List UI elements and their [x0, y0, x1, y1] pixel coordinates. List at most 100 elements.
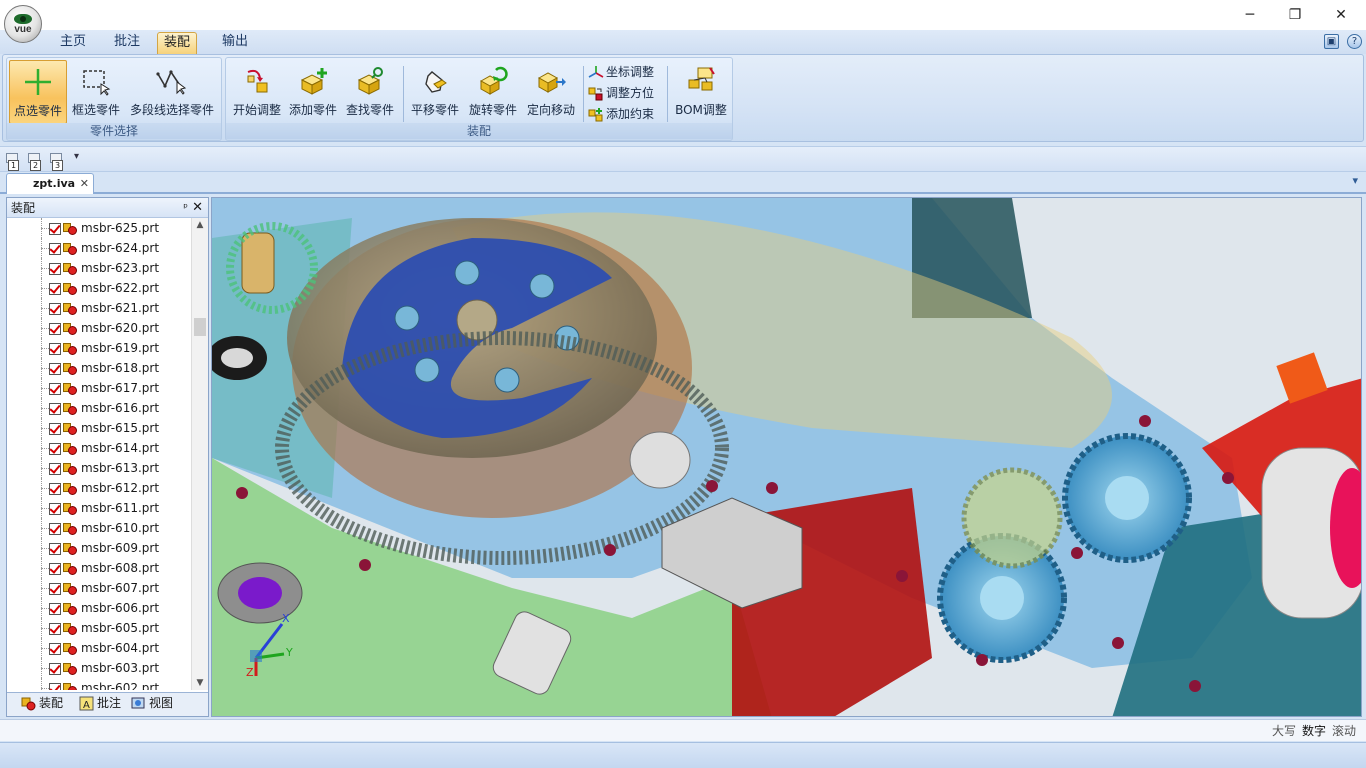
- tree-item[interactable]: msbr-619.prt: [7, 338, 191, 358]
- checkbox[interactable]: [49, 482, 61, 495]
- tab-annotate[interactable]: 批注: [108, 32, 146, 54]
- scroll-up-icon[interactable]: ▲: [195, 220, 205, 230]
- part-icon: [63, 422, 77, 436]
- help-icon[interactable]: ?: [1347, 34, 1362, 49]
- chevron-down-icon[interactable]: ▾: [1352, 174, 1358, 187]
- checkbox[interactable]: [49, 522, 61, 535]
- coord-adjust-button[interactable]: 坐标调整: [588, 62, 654, 82]
- checkbox[interactable]: [49, 222, 61, 235]
- status-bar: 大写 数字 滚动: [0, 719, 1366, 741]
- tree-item[interactable]: msbr-605.prt: [7, 618, 191, 638]
- tree-item[interactable]: msbr-623.prt: [7, 258, 191, 278]
- tree-item[interactable]: msbr-602.prt: [7, 678, 191, 690]
- checkbox[interactable]: [49, 362, 61, 375]
- qat-dropdown[interactable]: ▾: [74, 151, 79, 162]
- bom-adjust-button[interactable]: BOM调整: [671, 60, 731, 124]
- tree-item-label: msbr-625.prt: [81, 221, 160, 235]
- tab-annotation-tree[interactable]: A 批注: [77, 695, 121, 713]
- tab-view-tree[interactable]: 视图: [129, 695, 173, 713]
- qat-button-3[interactable]: 3: [48, 151, 66, 171]
- app-menu-button[interactable]: vue: [4, 5, 42, 43]
- tree-item[interactable]: msbr-615.prt: [7, 418, 191, 438]
- part-icon: [63, 602, 77, 616]
- tree-item[interactable]: msbr-611.prt: [7, 498, 191, 518]
- 3d-viewport[interactable]: X Y Z: [211, 197, 1362, 717]
- layout-icon[interactable]: ▣: [1324, 34, 1339, 49]
- tab-output[interactable]: 输出: [216, 32, 254, 54]
- add-part-button[interactable]: 添加零件: [286, 60, 340, 124]
- tree-item[interactable]: msbr-606.prt: [7, 598, 191, 618]
- checkbox[interactable]: [49, 442, 61, 455]
- checkbox[interactable]: [49, 682, 61, 690]
- tree-item[interactable]: msbr-617.prt: [7, 378, 191, 398]
- checkbox[interactable]: [49, 542, 61, 555]
- close-button[interactable]: ✕: [1318, 0, 1364, 30]
- checkbox[interactable]: [49, 322, 61, 335]
- find-part-button[interactable]: 查找零件: [342, 60, 398, 124]
- pin-icon[interactable]: ᵖ: [183, 198, 188, 218]
- tree-item[interactable]: msbr-614.prt: [7, 438, 191, 458]
- panel-header: 装配 ᵖ ✕: [7, 198, 208, 218]
- part-icon: [63, 462, 77, 476]
- qat-button-2[interactable]: 2: [26, 151, 44, 171]
- start-adjust-button[interactable]: 开始调整: [230, 60, 284, 124]
- checkbox[interactable]: [49, 662, 61, 675]
- checkbox[interactable]: [49, 282, 61, 295]
- part-icon: [63, 662, 77, 676]
- checkbox[interactable]: [49, 402, 61, 415]
- directional-move-button[interactable]: 定向移动: [523, 60, 579, 124]
- checkbox[interactable]: [49, 582, 61, 595]
- close-icon[interactable]: ✕: [80, 174, 89, 193]
- tree-item[interactable]: msbr-625.prt: [7, 218, 191, 238]
- tree-item[interactable]: msbr-604.prt: [7, 638, 191, 658]
- tab-assembly[interactable]: 装配: [157, 32, 198, 54]
- checkbox[interactable]: [49, 642, 61, 655]
- tree-item[interactable]: msbr-608.prt: [7, 558, 191, 578]
- tree-item[interactable]: msbr-624.prt: [7, 238, 191, 258]
- tree-item[interactable]: msbr-612.prt: [7, 478, 191, 498]
- checkbox[interactable]: [49, 462, 61, 475]
- close-icon[interactable]: ✕: [192, 198, 203, 218]
- rotate-part-button[interactable]: 旋转零件: [465, 60, 521, 124]
- orient-adjust-button[interactable]: 调整方位: [588, 83, 654, 103]
- restore-button[interactable]: ❐: [1272, 0, 1318, 30]
- checkbox[interactable]: [49, 342, 61, 355]
- scroll-thumb[interactable]: [194, 318, 206, 336]
- tree-item[interactable]: msbr-610.prt: [7, 518, 191, 538]
- scroll-down-icon[interactable]: ▼: [195, 678, 205, 688]
- checkbox[interactable]: [49, 602, 61, 615]
- separator: [403, 66, 404, 122]
- add-constraint-button[interactable]: 添加约束: [588, 104, 654, 124]
- checkbox[interactable]: [49, 302, 61, 315]
- tree-item[interactable]: msbr-613.prt: [7, 458, 191, 478]
- checkbox[interactable]: [49, 242, 61, 255]
- checkbox[interactable]: [49, 422, 61, 435]
- tab-home[interactable]: 主页: [54, 32, 92, 54]
- checkbox[interactable]: [49, 562, 61, 575]
- tree-item[interactable]: msbr-609.prt: [7, 538, 191, 558]
- ribbon-tab-bar: 主页 批注 装配 输出 ▣ ?: [0, 30, 1366, 54]
- box-select-button[interactable]: 框选零件: [69, 60, 123, 124]
- qat-number: 1: [8, 160, 19, 171]
- tree-item[interactable]: msbr-607.prt: [7, 578, 191, 598]
- tree-item[interactable]: msbr-618.prt: [7, 358, 191, 378]
- checkbox[interactable]: [49, 382, 61, 395]
- vertical-scrollbar[interactable]: ▲ ▼: [191, 218, 208, 690]
- checkbox[interactable]: [49, 262, 61, 275]
- tree-item[interactable]: msbr-621.prt: [7, 298, 191, 318]
- minimize-button[interactable]: ─: [1227, 0, 1273, 30]
- tree-item[interactable]: msbr-616.prt: [7, 398, 191, 418]
- translate-part-button[interactable]: 平移零件: [407, 60, 463, 124]
- qat-button-1[interactable]: 1: [4, 151, 22, 171]
- tab-assembly-tree[interactable]: 装配: [19, 695, 63, 713]
- tree-item[interactable]: msbr-603.prt: [7, 658, 191, 678]
- tree-item[interactable]: msbr-622.prt: [7, 278, 191, 298]
- document-tab[interactable]: zpt.iva ✕: [6, 173, 94, 194]
- tree-item[interactable]: msbr-620.prt: [7, 318, 191, 338]
- checkbox[interactable]: [49, 502, 61, 515]
- point-select-button[interactable]: 点选零件: [9, 60, 67, 124]
- checkbox[interactable]: [49, 622, 61, 635]
- add-part-icon: [286, 60, 340, 96]
- polyline-select-button[interactable]: 多段线选择零件: [125, 60, 219, 124]
- part-icon: [63, 522, 77, 536]
